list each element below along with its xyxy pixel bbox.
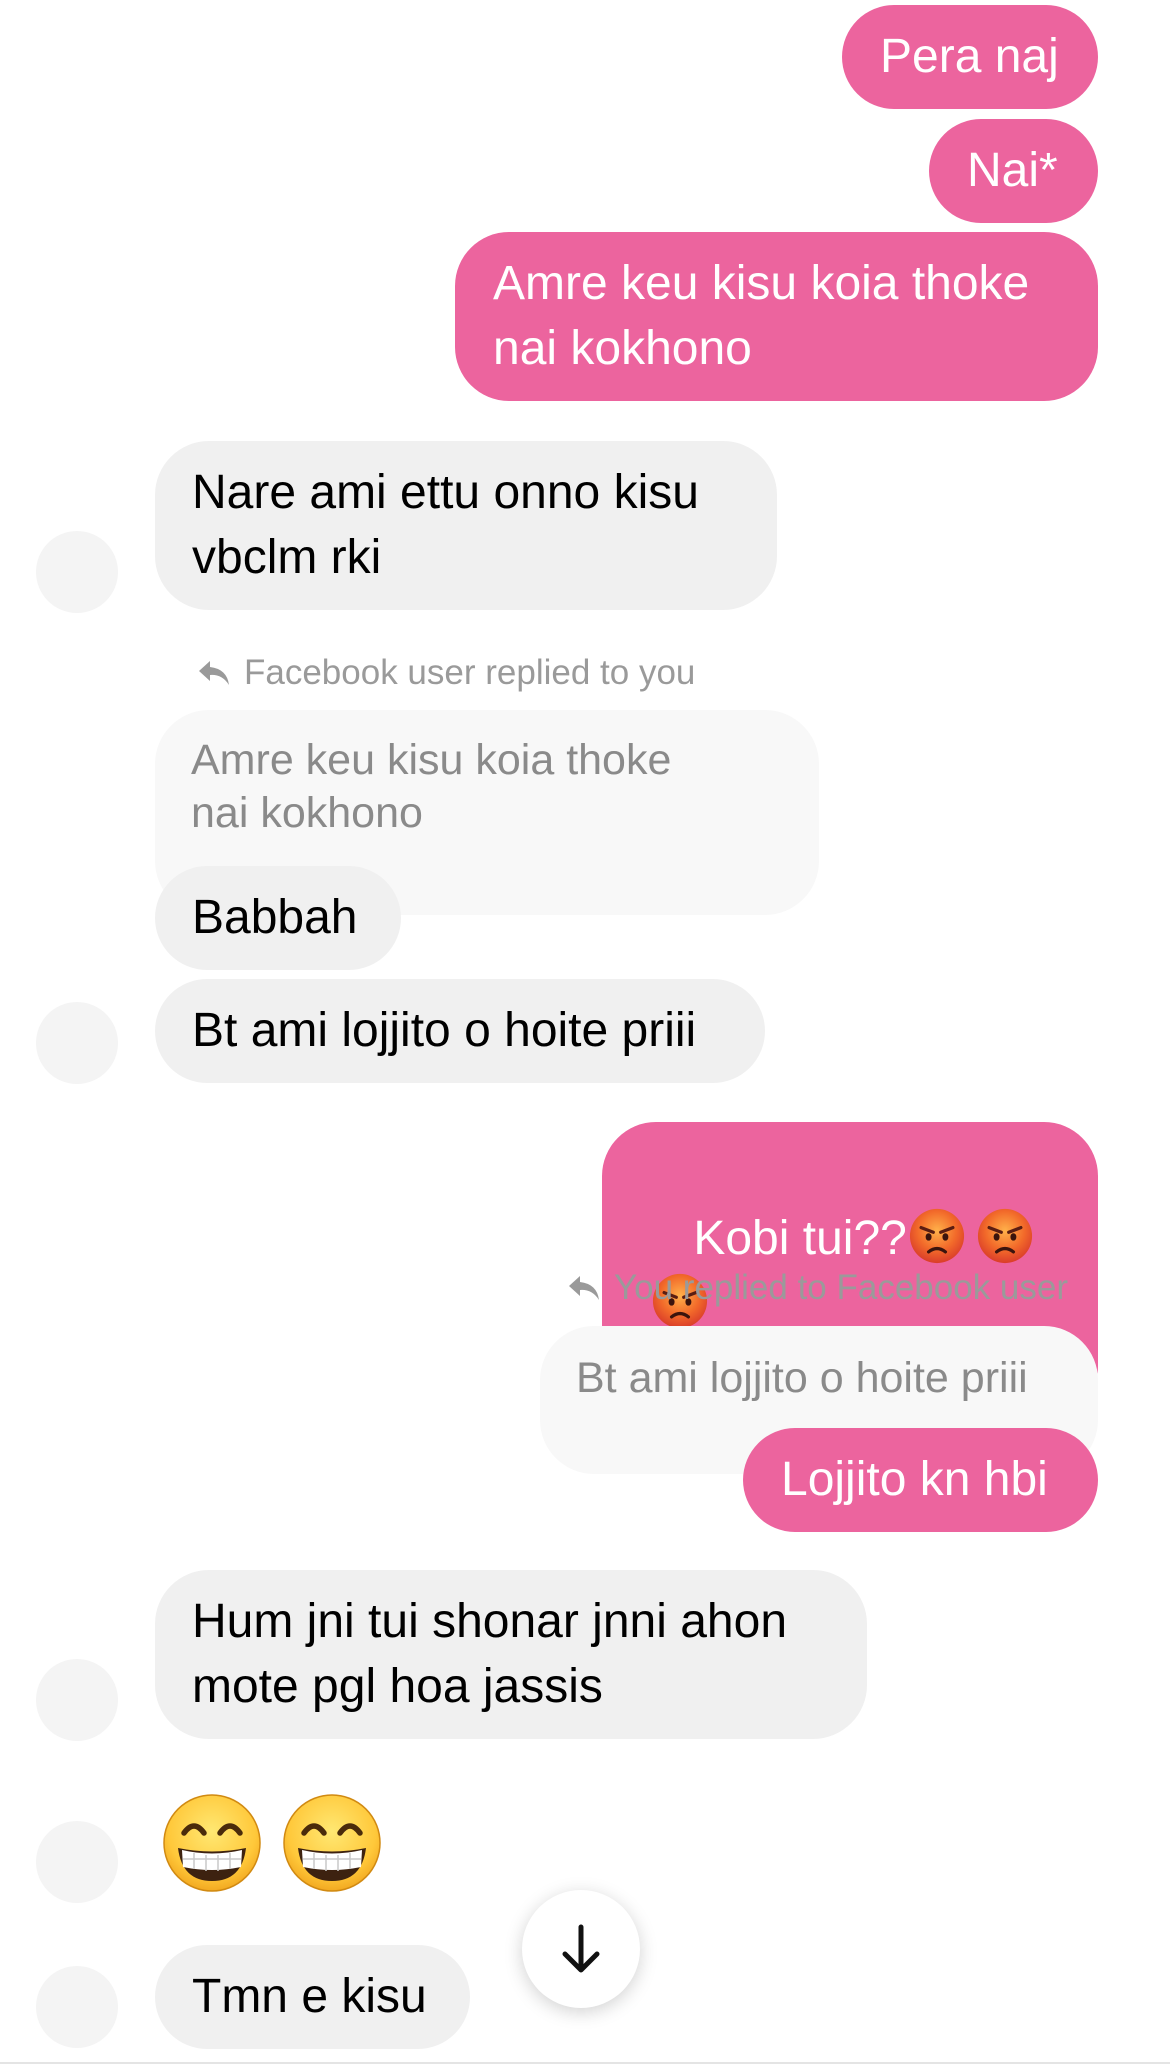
reply-arrow-icon — [569, 1276, 599, 1300]
outgoing-message[interactable]: Pera naj — [842, 5, 1098, 109]
outgoing-message[interactable]: Lojjito kn hbi — [743, 1428, 1098, 1532]
arrow-down-icon — [562, 1924, 600, 1973]
incoming-message[interactable]: Tmn e kisu — [155, 1945, 470, 2049]
pouting-face-icon — [977, 1208, 1033, 1264]
incoming-message[interactable]: Bt ami lojjito o hoite priii — [155, 979, 765, 1083]
scroll-to-bottom-button[interactable] — [522, 1890, 640, 2008]
contact-avatar[interactable] — [36, 531, 118, 613]
incoming-message[interactable]: Babbah — [155, 866, 401, 970]
contact-avatar[interactable] — [36, 1659, 118, 1741]
reply-indicator: You replied to Facebook user — [566, 1266, 1068, 1310]
contact-avatar[interactable] — [36, 1966, 118, 2048]
contact-avatar[interactable] — [36, 1002, 118, 1084]
outgoing-message[interactable]: Amre keu kisu koia thoke nai kokhono — [455, 232, 1098, 401]
grinning-face-with-smiling-eyes-icon[interactable] — [162, 1793, 262, 1893]
pouting-face-icon — [909, 1208, 965, 1264]
message-text: Kobi tui?? — [693, 1212, 907, 1265]
reply-indicator-text: You replied to Facebook user — [614, 1268, 1069, 1307]
outgoing-message[interactable]: Nai* — [929, 119, 1098, 223]
incoming-message[interactable]: Hum jni tui shonar jnni ahon mote pgl ho… — [155, 1570, 867, 1739]
reply-indicator: Facebook user replied to you — [196, 651, 695, 695]
divider — [0, 2062, 1170, 2064]
reply-arrow-icon — [199, 661, 229, 685]
incoming-message[interactable]: Nare ami ettu onno kisu vbclm rki — [155, 441, 777, 610]
contact-avatar[interactable] — [36, 1821, 118, 1903]
reply-indicator-text: Facebook user replied to you — [244, 653, 696, 692]
grinning-face-with-smiling-eyes-icon[interactable] — [282, 1793, 382, 1893]
message-thread[interactable]: Pera naj Nai* Amre keu kisu koia thoke n… — [0, 0, 1170, 2070]
